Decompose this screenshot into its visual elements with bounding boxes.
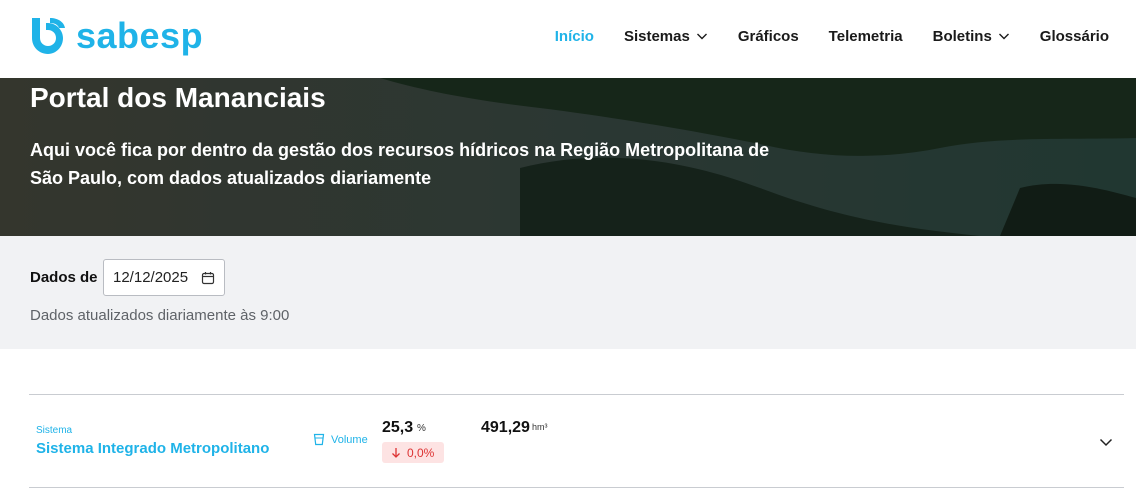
hero-banner: Portal dos Mananciais Aqui você fica por… (0, 78, 1136, 236)
arrow-down-icon (392, 448, 400, 458)
date-filter-section: Dados de 12/12/2025 Dados atualizados di… (0, 236, 1136, 349)
date-value: 12/12/2025 (113, 269, 189, 286)
main-nav: Início Sistemas Gráficos Telemetria Bole… (525, 25, 1109, 47)
system-name[interactable]: Sistema Integrado Metropolitano (36, 440, 269, 457)
nav-item-label: Gráficos (737, 27, 799, 45)
site-header: sabesp Início Sistemas Gráficos Telemetr… (0, 0, 1136, 78)
nav-item-sistemas[interactable]: Sistemas (624, 25, 708, 47)
chevron-down-icon (696, 33, 707, 40)
volume-percent-unit: % (417, 423, 426, 434)
delta-badge: 0,0% (382, 442, 444, 463)
nav-item-label: Telemetria (828, 27, 903, 45)
nav-item-label: Glossário (1039, 27, 1109, 45)
nav-item-boletins[interactable]: Boletins (933, 25, 1010, 47)
volume-indicator: Volume (313, 433, 368, 446)
nav-item-telemetria[interactable]: Telemetria (829, 25, 903, 47)
delta-value: 0,0% (407, 445, 435, 460)
volume-value: 491,29 (481, 419, 530, 436)
nav-item-label: Início (554, 27, 594, 45)
date-input[interactable]: 12/12/2025 (103, 259, 225, 296)
calendar-icon[interactable] (201, 271, 215, 285)
sabesp-logo-icon (32, 18, 65, 54)
volume-percent: 25,3 (382, 419, 414, 436)
page-title: Portal dos Mananciais (30, 82, 326, 113)
sabesp-logo[interactable]: sabesp (28, 16, 203, 56)
nav-item-label: Sistemas (623, 27, 690, 45)
nav-item-inicio[interactable]: Início (555, 25, 594, 47)
nav-item-graficos[interactable]: Gráficos (738, 25, 799, 47)
brand-name: sabesp (76, 15, 204, 56)
update-note: Dados atualizados diariamente às 9:00 (30, 307, 290, 324)
nav-item-label: Boletins (932, 27, 992, 45)
date-filter-label: Dados de (30, 269, 98, 286)
chevron-down-icon (998, 33, 1009, 40)
cup-icon (313, 433, 325, 446)
volume-label: Volume (331, 433, 368, 446)
volume-unit: hm³ (532, 422, 548, 432)
system-caption: Sistema (36, 425, 73, 436)
row-divider (29, 394, 1124, 395)
nav-item-glossario[interactable]: Glossário (1040, 25, 1109, 47)
hero-subtitle: Aqui você fica por dentro da gestão dos … (30, 140, 770, 188)
chevron-down-icon[interactable] (1098, 434, 1114, 450)
